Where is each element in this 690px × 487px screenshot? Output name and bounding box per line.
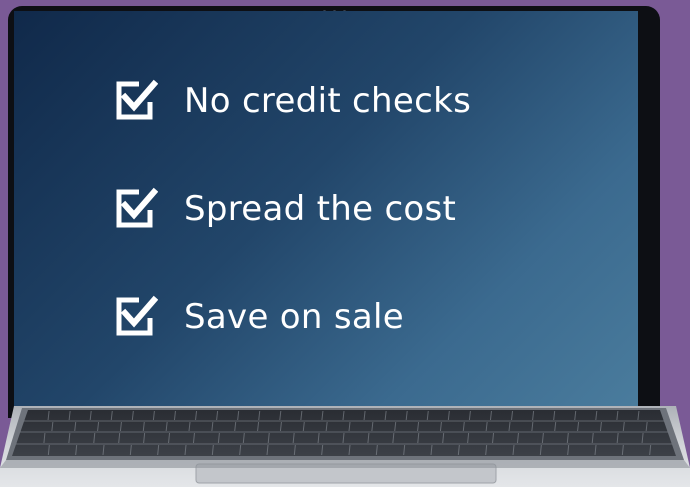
checklist-label: No credit checks	[184, 81, 472, 121]
checkbox-checked-icon	[116, 187, 158, 228]
laptop: No credit checks Spread the cost Save on…	[0, 0, 690, 487]
laptop-screen: No credit checks Spread the cost Save on…	[14, 11, 638, 407]
checklist-item: No credit checks	[112, 79, 472, 121]
checklist-item: Save on sale	[112, 295, 471, 337]
checklist-item: Spread the cost	[112, 187, 471, 229]
checklist-label: Spread the cost	[184, 189, 457, 229]
feature-checklist: No credit checks Spread the cost Save on…	[112, 79, 472, 337]
checklist-label: Save on sale	[184, 297, 404, 337]
checkbox-checked-icon	[116, 79, 158, 120]
laptop-keyboard-deck	[0, 406, 690, 487]
checkbox-checked-icon	[116, 295, 158, 336]
